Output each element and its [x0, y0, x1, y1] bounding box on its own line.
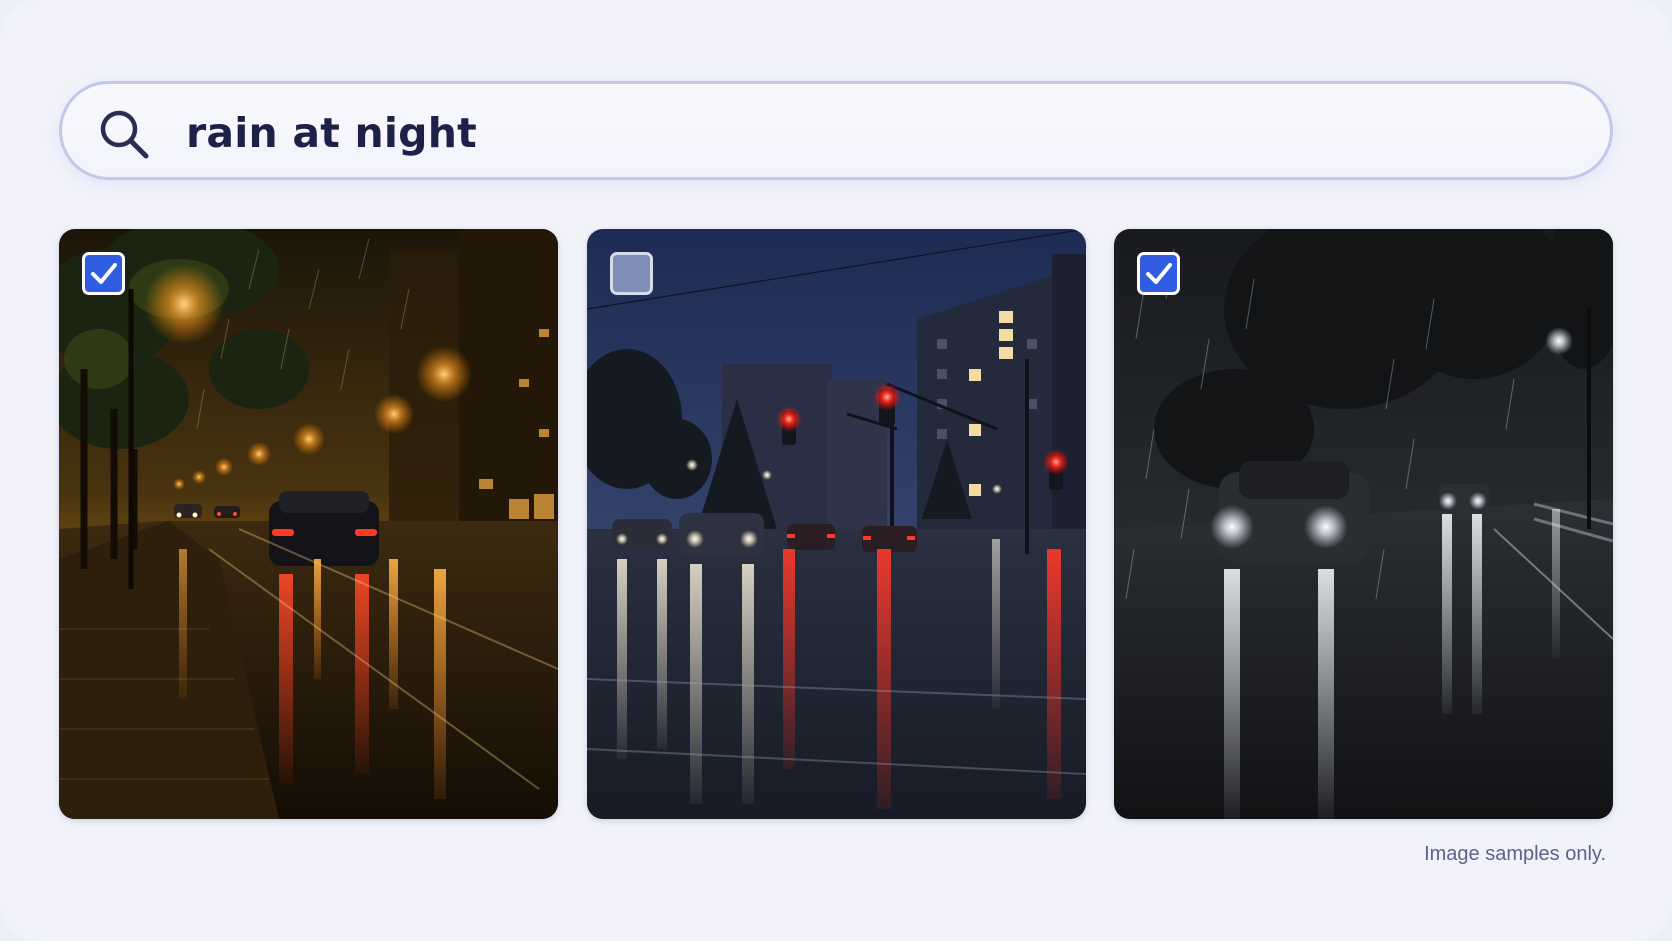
footnote-text: Image samples only.	[1424, 843, 1606, 865]
select-checkbox-3[interactable]	[1137, 252, 1180, 295]
check-icon	[91, 263, 117, 284]
rainy-street-orange-image	[59, 229, 558, 819]
search-bar[interactable]: rain at night	[59, 81, 1613, 180]
page-frame: rain at night Image samples only.	[0, 0, 1672, 941]
rainy-intersection-image	[587, 229, 1086, 819]
check-icon	[1146, 263, 1172, 284]
select-checkbox-1[interactable]	[82, 252, 125, 295]
rainy-road-headlights-image	[1114, 229, 1613, 819]
search-icon	[100, 110, 149, 159]
select-checkbox-2[interactable]	[610, 252, 653, 295]
image-result-2[interactable]	[587, 229, 1086, 819]
image-result-1[interactable]	[59, 229, 558, 819]
search-query[interactable]: rain at night	[186, 106, 477, 160]
image-result-3[interactable]	[1114, 229, 1613, 819]
